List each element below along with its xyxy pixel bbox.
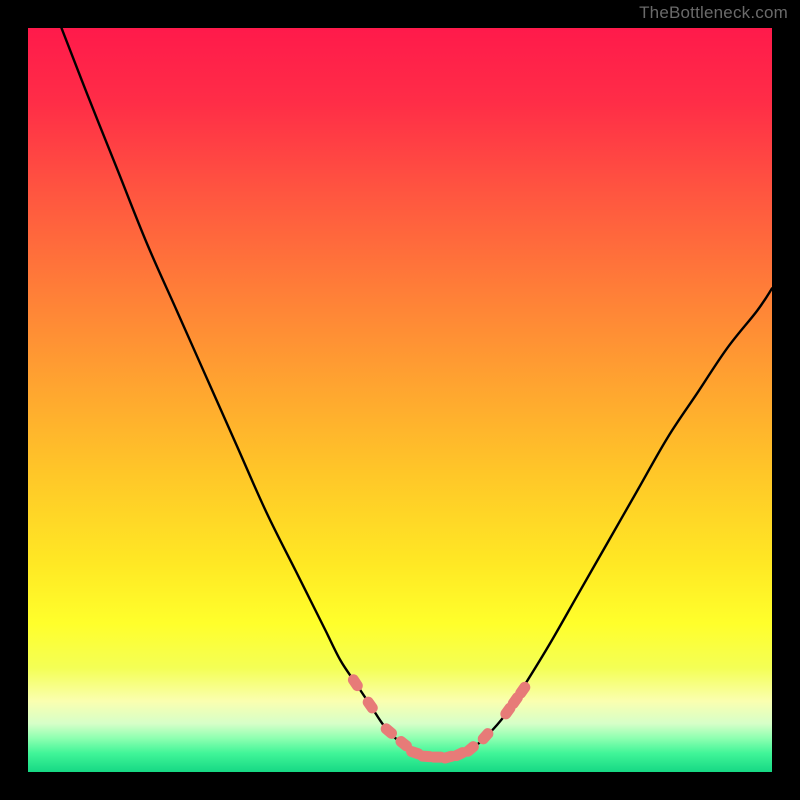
watermark-text: TheBottleneck.com [639,3,788,23]
plot-area [28,28,772,772]
chart-frame: TheBottleneck.com [0,0,800,800]
gradient-background [28,28,772,772]
bottleneck-chart [28,28,772,772]
